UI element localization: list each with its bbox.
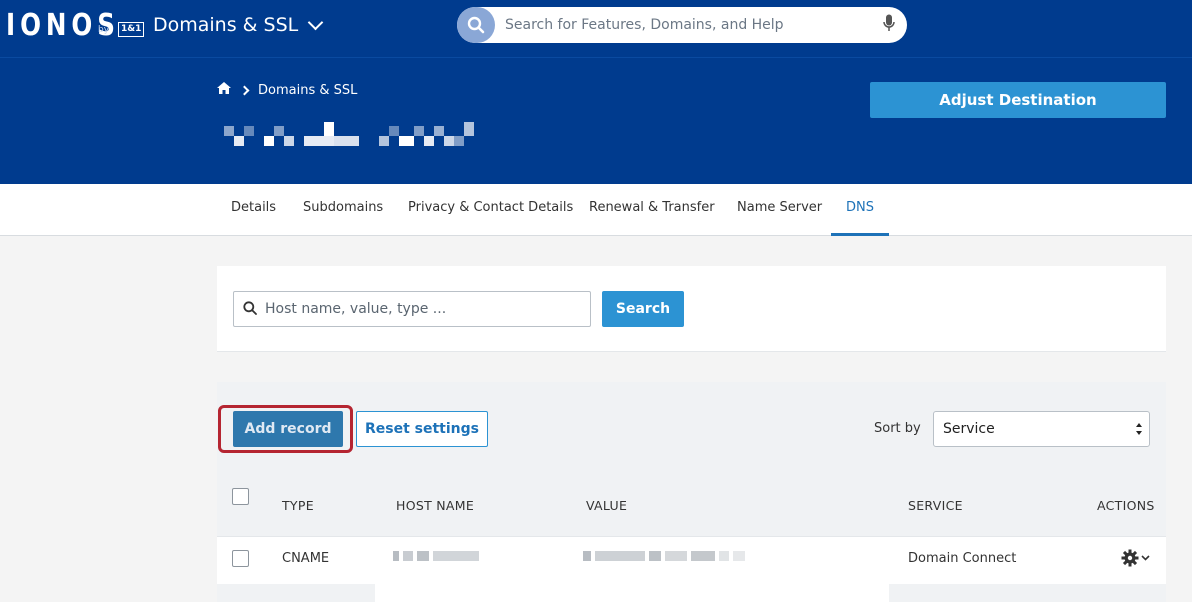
tab-name-server[interactable]: Name Server [737, 184, 822, 236]
tab-details[interactable]: Details [231, 184, 276, 236]
ionos-logo[interactable]: IONOS by 1&1 [6, 10, 145, 42]
tab-privacy-contact-details[interactable]: Privacy & Contact Details [408, 184, 573, 236]
adjust-destination-button[interactable]: Adjust Destination [870, 82, 1166, 118]
dns-records-panel: Add record Reset settings Sort by Servic… [217, 382, 1166, 602]
logo-badge: 1&1 [118, 22, 145, 37]
chevron-down-icon [1141, 555, 1150, 561]
record-filter-input[interactable] [265, 301, 590, 317]
breadcrumb: Domains & SSL [217, 82, 357, 98]
top-navigation-bar: IONOS by 1&1 Domains & SSL [0, 0, 1192, 58]
domain-header: Domains & SSL Adjust Destination [0, 58, 1192, 184]
domain-name-pixelated [224, 122, 474, 152]
sort-by-value: Service [943, 421, 995, 437]
add-record-button[interactable]: Add record [233, 411, 343, 447]
search-button[interactable]: Search [602, 291, 684, 327]
domain-tabs: Details Subdomains Privacy & Contact Det… [0, 184, 1192, 236]
tab-subdomains[interactable]: Subdomains [303, 184, 383, 236]
global-search-input[interactable] [505, 17, 883, 33]
tab-renewal-transfer[interactable]: Renewal & Transfer [589, 184, 715, 236]
row-actions-menu[interactable] [1121, 549, 1150, 567]
tab-dns[interactable]: DNS [831, 184, 889, 236]
search-icon[interactable] [457, 7, 495, 43]
record-service: Domain Connect [908, 551, 1017, 566]
record-search-panel: Search [217, 266, 1166, 352]
column-header-service: SERVICE [908, 498, 963, 513]
chevron-right-icon [239, 85, 250, 95]
logo-by-text: by [98, 25, 110, 35]
record-type: CNAME [282, 551, 330, 566]
select-arrows-icon [1136, 423, 1142, 435]
sort-by-label: Sort by [874, 421, 921, 436]
table-row[interactable]: CNAME Domain Connect [217, 536, 1166, 584]
chevron-down-icon [307, 14, 324, 30]
breadcrumb-domains-ssl[interactable]: Domains & SSL [258, 83, 357, 98]
column-header-value: VALUE [586, 498, 628, 513]
search-icon [243, 300, 257, 319]
sort-by-select[interactable]: Service [933, 411, 1150, 447]
row-checkbox[interactable] [232, 550, 249, 567]
gear-icon [1121, 549, 1139, 567]
next-row-fragment [375, 584, 889, 602]
reset-settings-button[interactable]: Reset settings [356, 411, 488, 447]
microphone-icon[interactable] [883, 14, 895, 36]
global-search [457, 7, 907, 43]
home-icon[interactable] [217, 82, 231, 98]
table-header [217, 474, 1166, 536]
column-header-host-name: HOST NAME [396, 498, 475, 513]
app-title: Domains & SSL [153, 14, 299, 36]
record-host-name-redacted [393, 551, 479, 561]
table-row-partial [217, 584, 1166, 602]
app-switcher[interactable]: Domains & SSL [153, 14, 324, 36]
column-header-type: TYPE [282, 498, 314, 513]
record-filter-field[interactable] [233, 291, 591, 327]
select-all-checkbox[interactable] [232, 488, 249, 505]
record-value-redacted [583, 551, 745, 561]
column-header-actions: ACTIONS [1097, 498, 1155, 513]
